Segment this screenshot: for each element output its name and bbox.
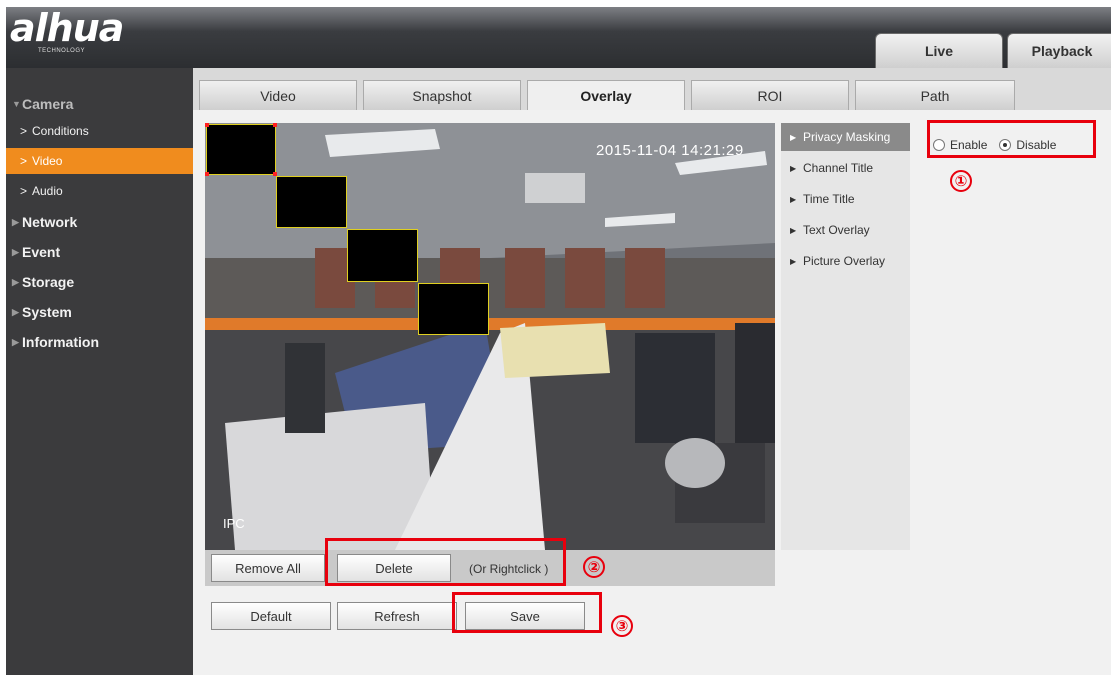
triangle-right-icon: ▶	[12, 276, 19, 287]
tab-live[interactable]: Live	[875, 33, 1003, 68]
sidebar-item-label: Network	[22, 214, 78, 230]
menu-item-label: Time Title	[803, 192, 855, 206]
sidebar-item-label: Event	[22, 244, 61, 260]
privacy-masking-toggle: Enable Disable	[933, 134, 1056, 156]
menu-item-label: Text Overlay	[803, 223, 870, 237]
triangle-right-icon: ▶	[12, 216, 19, 227]
chevron-right-icon: >	[20, 154, 28, 168]
refresh-button[interactable]: Refresh	[337, 602, 457, 630]
sidebar-item-network[interactable]: ▶ Network	[6, 208, 193, 236]
sidebar-item-label: Audio	[32, 184, 63, 198]
chevron-right-icon: >	[20, 184, 28, 198]
tab-roi[interactable]: ROI	[691, 80, 849, 110]
sidebar-item-storage[interactable]: ▶ Storage	[6, 268, 193, 296]
menu-item-picture-overlay[interactable]: ▶ Picture Overlay	[781, 247, 910, 275]
triangle-right-icon: ▶	[790, 163, 797, 173]
sidebar-item-label: Camera	[22, 96, 74, 112]
menu-item-label: Privacy Masking	[803, 130, 891, 144]
enable-radio[interactable]	[933, 139, 945, 151]
chevron-right-icon: >	[20, 124, 28, 138]
annotation-marker-3: ③	[611, 615, 633, 637]
privacy-mask-1[interactable]	[206, 124, 276, 175]
sidebar-item-conditions[interactable]: > Conditions	[6, 118, 193, 144]
resize-handle[interactable]	[273, 123, 277, 127]
tab-path[interactable]: Path	[855, 80, 1015, 110]
sidebar-item-audio[interactable]: > Audio	[6, 178, 193, 204]
menu-item-text-overlay[interactable]: ▶ Text Overlay	[781, 216, 910, 244]
rightclick-hint: (Or Rightclick )	[469, 562, 549, 576]
disable-radio[interactable]	[999, 139, 1012, 151]
mask-toolbar: Remove All Delete (Or Rightclick )	[205, 550, 775, 586]
menu-item-channel-title[interactable]: ▶ Channel Title	[781, 154, 910, 182]
tab-overlay[interactable]: Overlay	[527, 80, 685, 110]
triangle-down-icon: ▼	[12, 99, 21, 109]
triangle-right-icon: ▶	[790, 194, 797, 204]
header-bar: alhua TECHNOLOGY Live Playback	[6, 7, 1111, 68]
menu-item-label: Picture Overlay	[803, 254, 886, 268]
triangle-right-icon: ▶	[790, 132, 797, 142]
privacy-mask-2[interactable]	[276, 176, 347, 228]
sidebar-item-label: System	[22, 304, 72, 320]
privacy-mask-4[interactable]	[418, 283, 489, 335]
tab-playback[interactable]: Playback	[1007, 33, 1111, 68]
sidebar-item-video[interactable]: > Video	[6, 148, 193, 174]
logo-text: alhua	[10, 7, 124, 50]
triangle-right-icon: ▶	[12, 246, 19, 257]
sub-tab-bar: Video Snapshot Overlay ROI Path	[193, 80, 1033, 110]
enable-label: Enable	[950, 138, 988, 152]
video-preview[interactable]: 2015-11-04 14:21:29 IPC	[205, 123, 775, 550]
menu-item-time-title[interactable]: ▶ Time Title	[781, 185, 910, 213]
triangle-right-icon: ▶	[12, 336, 19, 347]
triangle-right-icon: ▶	[790, 225, 797, 235]
delete-button[interactable]: Delete	[337, 554, 451, 582]
app-window: alhua TECHNOLOGY Live Playback ▼ Camera …	[6, 7, 1111, 675]
tab-video[interactable]: Video	[199, 80, 357, 110]
tab-snapshot[interactable]: Snapshot	[363, 80, 521, 110]
sidebar-item-label: Information	[22, 334, 99, 350]
video-timestamp: 2015-11-04 14:21:29	[596, 142, 744, 159]
sidebar-item-label: Storage	[22, 274, 75, 290]
menu-item-label: Channel Title	[803, 161, 874, 175]
remove-all-button[interactable]: Remove All	[211, 554, 325, 582]
save-button[interactable]: Save	[465, 602, 585, 630]
overlay-content: 2015-11-04 14:21:29 IPC Remove All Delet…	[193, 110, 1111, 675]
sidebar-item-camera[interactable]: ▼ Camera	[6, 90, 193, 118]
sidebar-item-label: Video	[32, 154, 63, 168]
triangle-right-icon: ▶	[790, 256, 797, 266]
privacy-mask-3[interactable]	[347, 229, 418, 282]
sidebar: ▼ Camera > Conditions > Video > Audio ▶ …	[6, 68, 193, 675]
sidebar-item-event[interactable]: ▶ Event	[6, 238, 193, 266]
camera-label: IPC	[223, 516, 245, 531]
disable-label: Disable	[1016, 138, 1057, 152]
annotation-marker-2: ②	[583, 556, 605, 578]
resize-handle[interactable]	[205, 172, 209, 176]
overlay-menu: ▶ Privacy Masking ▶ Channel Title ▶ Time…	[781, 123, 910, 550]
dahua-logo: alhua TECHNOLOGY	[8, 7, 158, 65]
triangle-right-icon: ▶	[12, 306, 19, 317]
sidebar-item-system[interactable]: ▶ System	[6, 298, 193, 326]
sidebar-item-information[interactable]: ▶ Information	[6, 328, 193, 356]
logo-tagline: TECHNOLOGY	[38, 48, 86, 54]
default-button[interactable]: Default	[211, 602, 331, 630]
sidebar-item-label: Conditions	[32, 124, 89, 138]
menu-item-privacy-masking[interactable]: ▶ Privacy Masking	[781, 123, 910, 151]
resize-handle[interactable]	[205, 123, 209, 127]
annotation-marker-1: ①	[950, 170, 972, 192]
